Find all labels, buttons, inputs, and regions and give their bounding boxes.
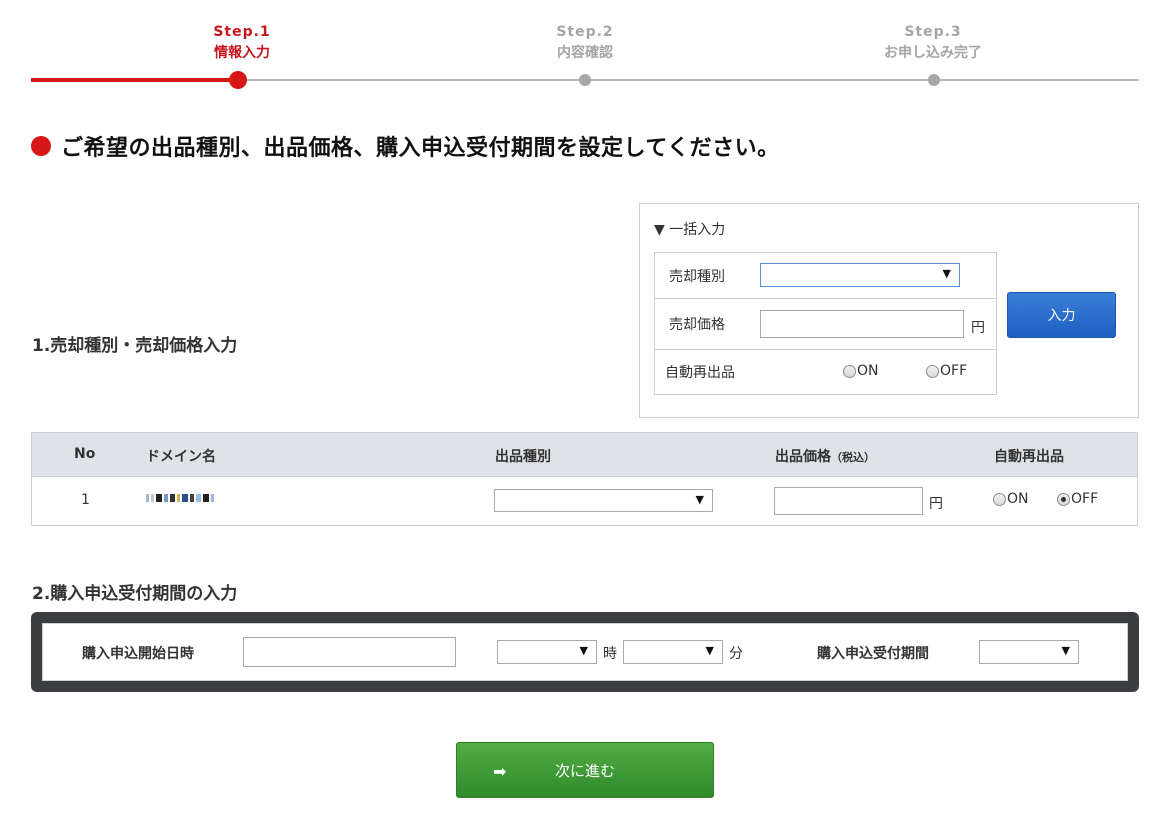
batch-relist-label: 自動再出品 [665, 365, 735, 381]
step-1-number: Step.1 [213, 24, 271, 40]
batch-yen-unit: 円 [971, 320, 985, 336]
step-1-dot [229, 71, 247, 89]
batch-relist-off-radio[interactable]: OFF [926, 363, 967, 379]
step-3: Step.3 お申し込み完了 [863, 24, 1003, 62]
domain-table: No ドメイン名 出品種別 出品価格（税込） 自動再出品 1 ▼ 円 ON OF… [31, 432, 1138, 526]
batch-input-toggle[interactable]: ▼ 一括入力 [654, 219, 725, 239]
red-circle-icon [31, 136, 51, 156]
batch-relist-on-radio[interactable]: ON [843, 363, 879, 379]
start-minute-select[interactable]: ▼ [623, 640, 723, 664]
next-button-label: 次に進む [554, 761, 615, 780]
step-1-name: 情報入力 [214, 45, 270, 61]
row-relist-off-radio[interactable]: OFF [1057, 491, 1098, 507]
dropdown-arrow-icon: ▼ [579, 644, 588, 657]
header-type: 出品種別 [495, 449, 551, 465]
step-2-name: 内容確認 [557, 45, 613, 61]
header-no: No [74, 446, 96, 462]
batch-relist-row: 自動再出品 ON OFF [655, 350, 996, 394]
batch-input-panel: ▼ 一括入力 売却種別 ▼ 売却価格 円 自動再出品 ON OFF 入力 [639, 203, 1139, 418]
row-price-input[interactable] [774, 487, 923, 515]
header-price: 出品価格（税込） [775, 449, 875, 465]
batch-sale-type-label: 売却種別 [669, 268, 725, 285]
minute-unit: 分 [729, 646, 743, 662]
batch-sale-price-label: 売却価格 [669, 317, 725, 333]
purchase-period-form: 購入申込開始日時 ▼ 時 ▼ 分 購入申込受付期間 ▼ [42, 623, 1128, 681]
section-1-title: 1.売却種別・売却価格入力 [32, 336, 238, 356]
hour-unit: 時 [603, 646, 617, 662]
row-relist-on-radio[interactable]: ON [993, 491, 1029, 507]
batch-sale-price-input[interactable] [760, 310, 964, 338]
step-2-number: Step.2 [556, 24, 614, 40]
step-3-number: Step.3 [904, 24, 962, 40]
next-button[interactable]: ➡ 次に進む [456, 742, 714, 798]
row-no: 1 [81, 492, 90, 508]
purchase-period-panel: 購入申込開始日時 ▼ 時 ▼ 分 購入申込受付期間 ▼ [31, 612, 1139, 692]
batch-input-table: 売却種別 ▼ 売却価格 円 自動再出品 ON OFF [654, 252, 997, 395]
start-datetime-label: 購入申込開始日時 [82, 646, 194, 662]
header-domain: ドメイン名 [146, 449, 216, 465]
page-title: ご希望の出品種別、出品価格、購入申込受付期間を設定してください。 [61, 136, 780, 161]
row-yen-unit: 円 [929, 496, 943, 512]
step-2-dot [579, 74, 591, 86]
stepper-track-progress [31, 78, 238, 82]
step-1: Step.1 情報入力 [172, 24, 312, 62]
arrow-right-icon: ➡ [493, 762, 507, 781]
batch-input-button[interactable]: 入力 [1007, 292, 1116, 338]
dropdown-arrow-icon: ▼ [942, 267, 951, 280]
accept-period-label: 購入申込受付期間 [817, 646, 929, 662]
batch-sale-type-select[interactable]: ▼ [760, 263, 960, 287]
step-3-name: お申し込み完了 [884, 45, 982, 61]
dropdown-arrow-icon: ▼ [705, 644, 714, 657]
dropdown-arrow-icon: ▼ [1061, 644, 1070, 657]
step-2: Step.2 内容確認 [515, 24, 655, 62]
domain-name-redacted [146, 494, 214, 502]
start-date-input[interactable] [243, 637, 456, 667]
dropdown-arrow-icon: ▼ [695, 493, 704, 506]
accept-period-select[interactable]: ▼ [979, 640, 1079, 664]
row-type-select[interactable]: ▼ [494, 489, 713, 512]
batch-sale-type-row: 売却種別 ▼ [655, 253, 996, 299]
section-2-title: 2.購入申込受付期間の入力 [32, 584, 238, 604]
radio-circle-icon [926, 364, 939, 378]
start-hour-select[interactable]: ▼ [497, 640, 597, 664]
header-relist: 自動再出品 [994, 449, 1064, 465]
page-heading: ご希望の出品種別、出品価格、購入申込受付期間を設定してください。 [31, 130, 780, 162]
radio-circle-icon [843, 364, 856, 378]
radio-circle-icon [993, 492, 1006, 506]
progress-stepper: Step.1 情報入力 Step.2 内容確認 Step.3 お申し込み完了 [0, 0, 1163, 100]
radio-checked-icon [1057, 492, 1070, 506]
batch-sale-price-row: 売却価格 円 [655, 299, 996, 350]
table-header: No ドメイン名 出品種別 出品価格（税込） 自動再出品 [32, 433, 1137, 477]
step-3-dot [928, 74, 940, 86]
table-row: 1 ▼ 円 ON OFF [32, 477, 1137, 525]
